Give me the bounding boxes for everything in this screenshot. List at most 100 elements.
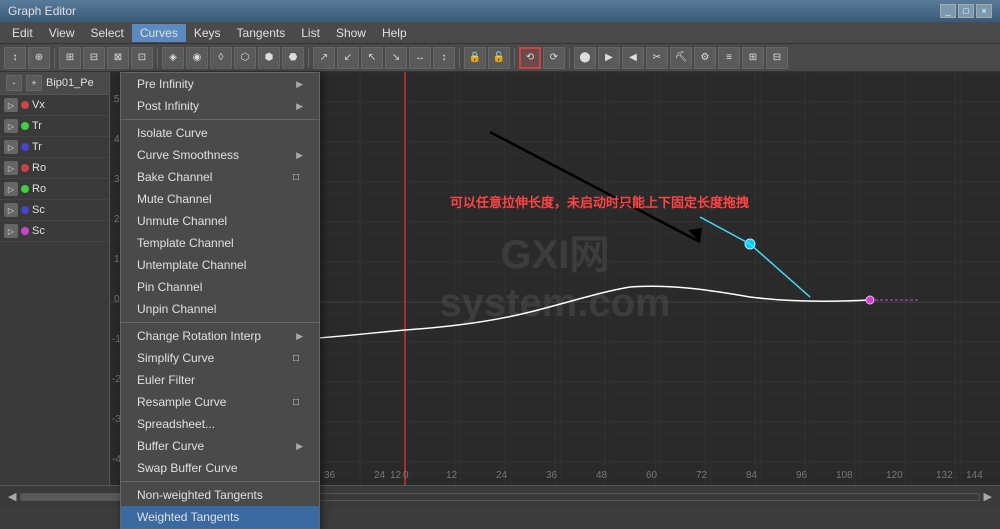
- menu-unmute-channel[interactable]: Unmute Channel: [121, 210, 319, 232]
- toolbar-btn-20[interactable]: 🔓: [488, 47, 510, 69]
- curves-dropdown: Pre Infinity ▶ Post Infinity ▶ Isolate C…: [120, 72, 320, 529]
- toolbar-btn-30[interactable]: ⊟: [766, 47, 788, 69]
- menu-show[interactable]: Show: [328, 24, 374, 42]
- list-item[interactable]: ▷ Sc: [0, 200, 109, 221]
- toolbar-btn-10[interactable]: ⬡: [234, 47, 256, 69]
- panel-plus-btn[interactable]: +: [26, 75, 42, 91]
- list-item[interactable]: ▷ Ro: [0, 179, 109, 200]
- menu-unpin-channel[interactable]: Unpin Channel: [121, 298, 319, 320]
- arrow-icon: ▶: [296, 441, 303, 452]
- toolbar-btn-18[interactable]: ↕: [433, 47, 455, 69]
- status-text: ◀: [8, 490, 16, 503]
- toolbar-btn-12[interactable]: ⬣: [282, 47, 304, 69]
- menu-curves[interactable]: Curves: [132, 24, 186, 42]
- menu-non-weighted-tangents[interactable]: Non-weighted Tangents: [121, 484, 319, 506]
- menu-simplify-curve[interactable]: Simplify Curve □: [121, 347, 319, 369]
- menu-view[interactable]: View: [41, 24, 83, 42]
- toolbar-btn-19[interactable]: 🔒: [464, 47, 486, 69]
- toolbar-btn-4[interactable]: ⊟: [83, 47, 105, 69]
- menu-help[interactable]: Help: [374, 24, 415, 42]
- menu-change-rotation[interactable]: Change Rotation Interp ▶: [121, 325, 319, 347]
- check-icon: □: [293, 172, 299, 183]
- menu-template-channel[interactable]: Template Channel: [121, 232, 319, 254]
- toolbar-btn-13[interactable]: ↗: [313, 47, 335, 69]
- toolbar-btn-27[interactable]: ⚙: [694, 47, 716, 69]
- window-controls[interactable]: _ □ ×: [940, 4, 992, 18]
- menu-select[interactable]: Select: [82, 24, 131, 42]
- item-dot: [21, 206, 29, 214]
- panel-collapse-btn[interactable]: -: [6, 75, 22, 91]
- item-label: Sc: [32, 204, 45, 216]
- menu-untemplate-channel[interactable]: Untemplate Channel: [121, 254, 319, 276]
- x-label-12: 12: [446, 470, 457, 481]
- menu-curve-smoothness[interactable]: Curve Smoothness ▶: [121, 144, 319, 166]
- toolbar-btn-1[interactable]: ↕: [4, 47, 26, 69]
- toolbar-btn-3[interactable]: ⊞: [59, 47, 81, 69]
- toolbar-btn-29[interactable]: ⊞: [742, 47, 764, 69]
- toolbar-sep-1: [54, 48, 55, 68]
- list-item[interactable]: ▷ Sc: [0, 221, 109, 242]
- menu-bake-channel[interactable]: Bake Channel □: [121, 166, 319, 188]
- item-dot: [21, 185, 29, 193]
- toolbar-sep-3: [308, 48, 309, 68]
- menu-euler-filter[interactable]: Euler Filter: [121, 369, 319, 391]
- x-label-72: 72: [696, 470, 707, 481]
- toolbar-btn-26[interactable]: ⛏: [670, 47, 692, 69]
- list-item[interactable]: ▷ Ro: [0, 158, 109, 179]
- toolbar-sep-6: [569, 48, 570, 68]
- menu-resample-curve[interactable]: Resample Curve □: [121, 391, 319, 413]
- toolbar-btn-22[interactable]: ⬤: [574, 47, 596, 69]
- menu-keys[interactable]: Keys: [186, 24, 229, 42]
- x-label-36: 36: [546, 470, 557, 481]
- toolbar-btn-11[interactable]: ⬢: [258, 47, 280, 69]
- menu-buffer-curve[interactable]: Buffer Curve ▶: [121, 435, 319, 457]
- toolbar-sep-4: [459, 48, 460, 68]
- menu-pre-infinity[interactable]: Pre Infinity ▶: [121, 73, 319, 95]
- toolbar-btn-24[interactable]: ◀: [622, 47, 644, 69]
- x-label-24-neg: 24: [374, 470, 385, 481]
- arrow-icon: ▶: [296, 101, 303, 112]
- close-button[interactable]: ×: [976, 4, 992, 18]
- toolbar-btn-6[interactable]: ⊡: [131, 47, 153, 69]
- toolbar-btn-8[interactable]: ◉: [186, 47, 208, 69]
- toolbar-btn-28[interactable]: ≡: [718, 47, 740, 69]
- menu-edit[interactable]: Edit: [4, 24, 41, 42]
- list-item[interactable]: ▷ Tr: [0, 116, 109, 137]
- arrow-icon: ▶: [296, 150, 303, 161]
- item-icon: ▷: [4, 182, 18, 196]
- menu-isolate-curve[interactable]: Isolate Curve: [121, 122, 319, 144]
- item-icon: ▷: [4, 224, 18, 238]
- menu-swap-buffer-curve[interactable]: Swap Buffer Curve: [121, 457, 319, 479]
- item-icon: ▷: [4, 119, 18, 133]
- toolbar-btn-14[interactable]: ↙: [337, 47, 359, 69]
- menu-list[interactable]: List: [293, 24, 328, 42]
- item-dot: [21, 164, 29, 172]
- arrow-icon: ▶: [296, 331, 303, 342]
- menu-weighted-tangents[interactable]: Weighted Tangents: [121, 506, 319, 528]
- toolbar-btn-17[interactable]: ↔: [409, 47, 431, 69]
- list-item[interactable]: ▷ Tr: [0, 137, 109, 158]
- maximize-button[interactable]: □: [958, 4, 974, 18]
- menu-spreadsheet[interactable]: Spreadsheet...: [121, 413, 319, 435]
- y-label-2: 2: [114, 214, 120, 225]
- item-dot: [21, 101, 29, 109]
- menu-post-infinity[interactable]: Post Infinity ▶: [121, 95, 319, 117]
- item-label: Ro: [32, 183, 46, 195]
- menu-pin-channel[interactable]: Pin Channel: [121, 276, 319, 298]
- menu-tangents[interactable]: Tangents: [229, 24, 294, 42]
- toolbar-btn-21[interactable]: ⟳: [543, 47, 565, 69]
- toolbar-btn-5[interactable]: ⊠: [107, 47, 129, 69]
- menu-mute-channel[interactable]: Mute Channel: [121, 188, 319, 210]
- toolbar-btn-25[interactable]: ✂: [646, 47, 668, 69]
- toolbar-btn-7[interactable]: ◈: [162, 47, 184, 69]
- toolbar-btn-2[interactable]: ⊕: [28, 47, 50, 69]
- toolbar-btn-23[interactable]: ▶: [598, 47, 620, 69]
- toolbar-btn-15[interactable]: ↖: [361, 47, 383, 69]
- toolbar-btn-cycles[interactable]: ⟲: [519, 47, 541, 69]
- left-panel: - + Bip01_Pe ▷ Vx ▷ Tr ▷ Tr ▷ Ro ▷ Ro: [0, 72, 110, 485]
- toolbar-btn-9[interactable]: ◊: [210, 47, 232, 69]
- list-item[interactable]: ▷ Vx: [0, 95, 109, 116]
- toolbar-btn-16[interactable]: ↘: [385, 47, 407, 69]
- arrow-icon: ▶: [296, 79, 303, 90]
- minimize-button[interactable]: _: [940, 4, 956, 18]
